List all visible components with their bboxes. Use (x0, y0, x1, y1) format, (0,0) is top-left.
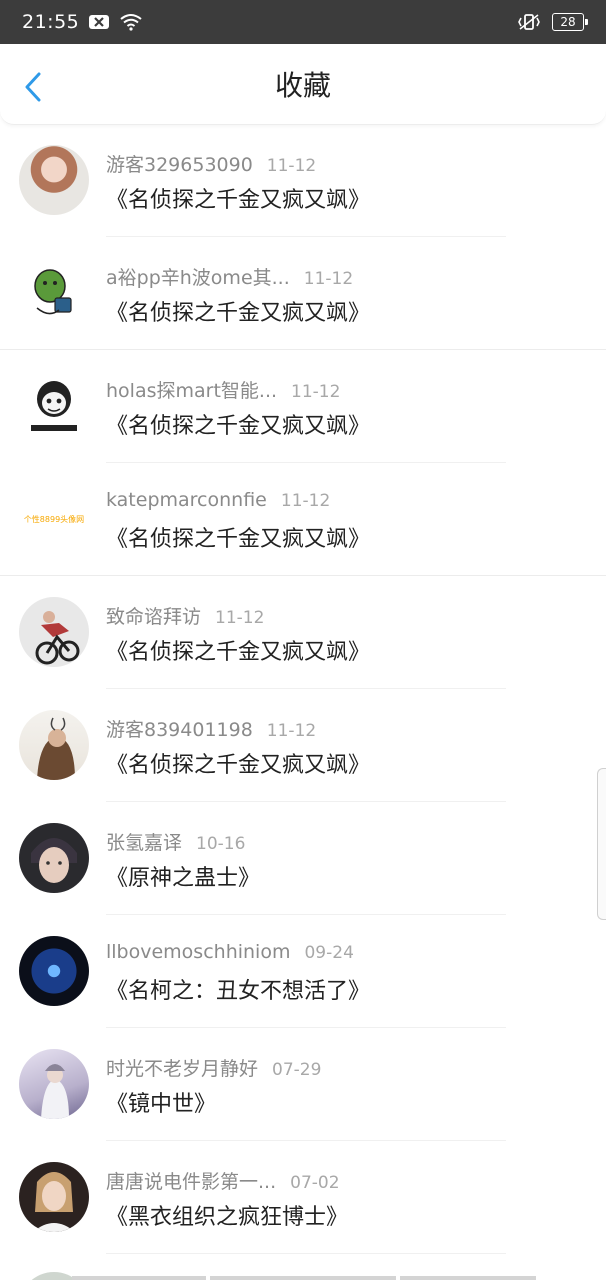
avatar[interactable] (19, 145, 89, 215)
scroll-handle[interactable] (597, 768, 606, 920)
divider (106, 1253, 506, 1254)
back-button[interactable] (18, 70, 48, 104)
username: holas探mart智能... (106, 380, 278, 402)
date: 11-12 (266, 156, 317, 176)
wifi-icon (119, 13, 143, 31)
avatar[interactable] (19, 936, 89, 1006)
username: 唐唐说电件影第一... (106, 1171, 277, 1193)
placeholder-bar (210, 1276, 396, 1280)
list-item[interactable]: a裕pp辛h波ome其... 11-12 《名侦探之千金又疯又飒》 (0, 237, 606, 350)
placeholder-bar (72, 1276, 206, 1280)
book-title: 《名侦探之千金又疯又飒》 (106, 188, 371, 213)
list-item[interactable]: 时光不老岁月静好 07-29 《镜中世》 (0, 1028, 606, 1141)
date: 07-29 (272, 1060, 322, 1080)
vibrate-icon (516, 13, 542, 31)
book-title: 《名侦探之千金又疯又飒》 (106, 414, 371, 439)
book-title: 《名侦探之千金又疯又飒》 (106, 527, 371, 552)
list-item[interactable]: llbovemoschhiniom 09-24 《名柯之：丑女不想活了》 (0, 915, 606, 1028)
avatar-watermark-text: 个性8899头像网 (23, 514, 85, 524)
status-time: 21:55 (22, 11, 80, 33)
status-bar: 21:55 28 (0, 0, 606, 44)
username: 时光不老岁月静好 (106, 1058, 259, 1080)
chevron-left-icon (25, 72, 41, 102)
list-item[interactable]: holas探mart智能... 11-12 《名侦探之千金又疯又飒》 (0, 350, 606, 463)
avatar[interactable] (19, 1162, 89, 1232)
date: 11-12 (266, 721, 317, 741)
username: a裕pp辛h波ome其... (106, 267, 290, 289)
list-item[interactable]: 唐唐说电件影第一... 07-02 《黑衣组织之疯狂博士》 (0, 1141, 606, 1254)
list-item[interactable]: 游客329653090 11-12 《名侦探之千金又疯又飒》 (0, 124, 606, 237)
avatar[interactable] (19, 371, 89, 441)
date: 10-16 (196, 834, 246, 854)
book-title: 《名柯之：丑女不想活了》 (106, 979, 371, 1004)
book-title: 《名侦探之千金又疯又飒》 (106, 301, 371, 326)
date: 11-12 (215, 608, 265, 628)
username: 致命谘拜访 (106, 606, 202, 628)
list-item[interactable]: 个性8899头像网 katepmarconnfie 11-12 《名侦探之千金又… (0, 463, 606, 576)
book-title: 《镜中世》 (106, 1092, 217, 1117)
date: 11-12 (303, 269, 354, 289)
list-item[interactable]: 张氢嘉译 10-16 《原神之蛊士》 (0, 802, 606, 915)
date: 09-24 (304, 943, 354, 963)
book-title: 《名侦探之千金又疯又飒》 (106, 753, 371, 778)
username: llbovemoschhiniom (106, 941, 291, 963)
favorites-list: 游客329653090 11-12 《名侦探之千金又疯又飒》 a裕pp辛h波om… (0, 124, 606, 1254)
page-title: 收藏 (274, 69, 331, 102)
navigation-bar: 收藏 (0, 44, 606, 125)
placeholder-bar (400, 1276, 536, 1280)
avatar[interactable] (19, 597, 89, 667)
list-item[interactable]: 游客839401198 11-12 《名侦探之千金又疯又飒》 (0, 689, 606, 802)
date: 11-12 (291, 382, 341, 402)
avatar[interactable] (19, 258, 89, 328)
date: 11-12 (280, 491, 331, 511)
username: katepmarconnfie (106, 489, 267, 511)
partial-list-item (0, 1272, 606, 1280)
book-title: 《黑衣组织之疯狂博士》 (106, 1205, 349, 1230)
username: 游客329653090 (106, 154, 253, 176)
book-title: 《名侦探之千金又疯又飒》 (106, 640, 371, 665)
date: 07-02 (290, 1173, 340, 1193)
notification-close-icon (89, 14, 110, 30)
avatar[interactable] (19, 1049, 89, 1119)
list-item[interactable]: 致命谘拜访 11-12 《名侦探之千金又疯又飒》 (0, 576, 606, 689)
battery-indicator: 28 (552, 13, 588, 31)
username: 游客839401198 (106, 719, 253, 741)
avatar[interactable] (19, 823, 89, 893)
book-title: 《原神之蛊士》 (106, 866, 261, 891)
avatar[interactable]: 个性8899头像网 (19, 484, 89, 554)
avatar[interactable] (19, 710, 89, 780)
username: 张氢嘉译 (106, 832, 183, 854)
